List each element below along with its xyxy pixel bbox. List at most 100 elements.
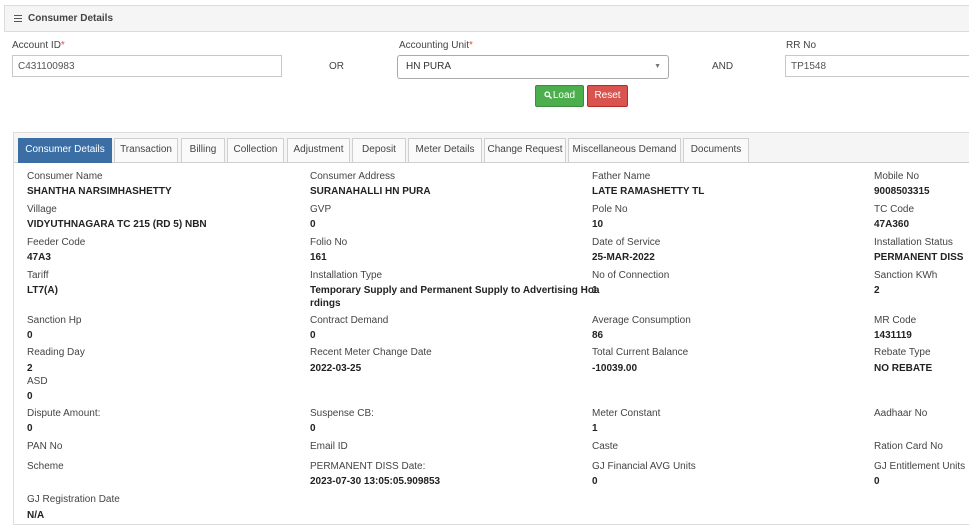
- rebate-type-value: NO REBATE: [874, 363, 933, 374]
- tab-billing[interactable]: Billing: [181, 138, 225, 162]
- accounting-unit-label-text: Accounting Unit: [399, 40, 470, 51]
- account-id-input[interactable]: [12, 55, 282, 77]
- load-button[interactable]: Load: [535, 85, 584, 107]
- consumer-address-value: SURANAHALLI HN PURA: [310, 186, 431, 197]
- installation-status-label: Installation Status: [874, 237, 953, 248]
- asd-value: 0: [27, 391, 33, 402]
- father-name-value: LATE RAMASHETTY TL: [592, 186, 705, 197]
- total-current-balance-label: Total Current Balance: [592, 347, 689, 358]
- email-id-label: Email ID: [310, 441, 348, 452]
- contract-demand-label: Contract Demand: [310, 315, 389, 326]
- caret-down-icon: ▼: [654, 63, 661, 70]
- account-id-label: Account ID*: [12, 40, 65, 51]
- pole-no-value: 10: [592, 219, 604, 230]
- accounting-unit-value: HN PURA: [406, 61, 452, 72]
- accounting-unit-select[interactable]: HN PURA ▼: [397, 55, 669, 79]
- load-button-label: Load: [552, 90, 576, 101]
- feeder-code-label: Feeder Code: [27, 237, 86, 248]
- gj-registration-date-label: GJ Registration Date: [27, 494, 120, 505]
- sanction-kwh-value: 2: [874, 285, 880, 296]
- accounting-unit-label: Accounting Unit*: [399, 40, 473, 51]
- folio-no-value: 161: [310, 252, 327, 263]
- permanent-diss-date-label: PERMANENT DISS Date:: [310, 461, 426, 472]
- ration-card-no-label: Ration Card No: [874, 441, 943, 452]
- installation-type-value-cont: rdings: [310, 298, 341, 309]
- permanent-diss-date-value: 2023-07-30 13:05:05.909853: [310, 476, 441, 487]
- tab-collection[interactable]: Collection: [227, 138, 284, 162]
- panel-title: Consumer Details: [28, 13, 114, 24]
- aadhaar-no-label: Aadhaar No: [874, 408, 928, 419]
- gvp-value: 0: [310, 219, 316, 230]
- panel-header: Consumer Details: [4, 5, 969, 32]
- sanction-hp-value: 0: [27, 330, 33, 341]
- dispute-amount-value: 0: [27, 423, 33, 434]
- consumer-name-label: Consumer Name: [27, 171, 103, 182]
- mobile-no-label: Mobile No: [874, 171, 920, 182]
- sanction-hp-label: Sanction Hp: [27, 315, 82, 326]
- suspense-cb-value: 0: [310, 423, 316, 434]
- mobile-no-value: 9008503315: [874, 186, 930, 197]
- tab-consumer-details[interactable]: Consumer Details: [18, 138, 112, 163]
- dispute-amount-label: Dispute Amount:: [27, 408, 101, 419]
- tab-adjustment[interactable]: Adjustment: [287, 138, 350, 162]
- meter-constant-value: 1: [592, 423, 598, 434]
- gvp-label: GVP: [310, 204, 332, 215]
- gj-financial-avg-units-value: 0: [592, 476, 598, 487]
- installation-type-label: Installation Type: [310, 270, 383, 281]
- date-of-service-value: 25-MAR-2022: [592, 252, 655, 263]
- contract-demand-value: 0: [310, 330, 316, 341]
- reset-button[interactable]: Reset: [587, 85, 628, 107]
- mr-code-value: 1431119: [874, 330, 912, 341]
- sanction-kwh-label: Sanction KWh: [874, 270, 938, 281]
- account-id-label-text: Account ID: [12, 40, 61, 51]
- village-value: VIDYUTHNAGARA TC 215 (RD 5) NBN: [27, 219, 207, 230]
- reading-day-value: 2: [27, 363, 33, 374]
- gj-entitlement-units-value: 0: [874, 476, 880, 487]
- reset-button-label: Reset: [594, 90, 621, 101]
- pole-no-label: Pole No: [592, 204, 628, 215]
- asd-label: ASD: [27, 376, 48, 387]
- recent-meter-change-date-value: 2022-03-25: [310, 363, 362, 374]
- tc-code-label: TC Code: [874, 204, 915, 215]
- gj-entitlement-units-label: GJ Entitlement Units: [874, 461, 966, 472]
- suspense-cb-label: Suspense CB:: [310, 408, 374, 419]
- required-mark: *: [60, 40, 65, 51]
- father-name-label: Father Name: [592, 171, 651, 182]
- tab-transaction[interactable]: Transaction: [114, 138, 178, 162]
- search-icon: [544, 87, 552, 99]
- tariff-value: LT7(A): [27, 285, 58, 296]
- menu-icon[interactable]: [14, 15, 22, 22]
- meter-constant-label: Meter Constant: [592, 408, 661, 419]
- pan-no-label: PAN No: [27, 441, 63, 452]
- and-text: AND: [712, 61, 734, 72]
- average-consumption-label: Average Consumption: [592, 315, 691, 326]
- or-text: OR: [329, 61, 344, 72]
- tab-meter-details[interactable]: Meter Details: [408, 138, 482, 162]
- consumer-name-value: SHANTHA NARSIMHASHETTY: [27, 186, 172, 197]
- gj-registration-date-value: N/A: [27, 510, 45, 521]
- recent-meter-change-date-label: Recent Meter Change Date: [310, 347, 432, 358]
- no-of-connection-value: 1: [592, 285, 598, 296]
- tab-miscellaneous-demand[interactable]: Miscellaneous Demand: [568, 138, 681, 162]
- mr-code-label: MR Code: [874, 315, 917, 326]
- feeder-code-value: 47A3: [27, 252, 51, 263]
- tariff-label: Tariff: [27, 270, 49, 281]
- scheme-label: Scheme: [27, 461, 64, 472]
- no-of-connection-label: No of Connection: [592, 270, 670, 281]
- folio-no-label: Folio No: [310, 237, 348, 248]
- tc-code-value: 47A360: [874, 219, 910, 230]
- tab-change-request[interactable]: Change Request: [484, 138, 566, 162]
- total-current-balance-value: -10039.00: [592, 363, 638, 374]
- reading-day-label: Reading Day: [27, 347, 85, 358]
- tab-bar: Consumer Details Transaction Billing Col…: [14, 133, 969, 163]
- date-of-service-label: Date of Service: [592, 237, 661, 248]
- installation-status-value: PERMANENT DISS: [874, 252, 964, 263]
- required-mark: *: [469, 40, 473, 51]
- rr-no-label: RR No: [786, 40, 817, 51]
- consumer-address-label: Consumer Address: [310, 171, 396, 182]
- tab-deposit[interactable]: Deposit: [352, 138, 406, 162]
- caste-label: Caste: [592, 441, 619, 452]
- rr-no-input[interactable]: [785, 55, 969, 77]
- village-label: Village: [27, 204, 57, 215]
- tab-documents[interactable]: Documents: [683, 138, 749, 162]
